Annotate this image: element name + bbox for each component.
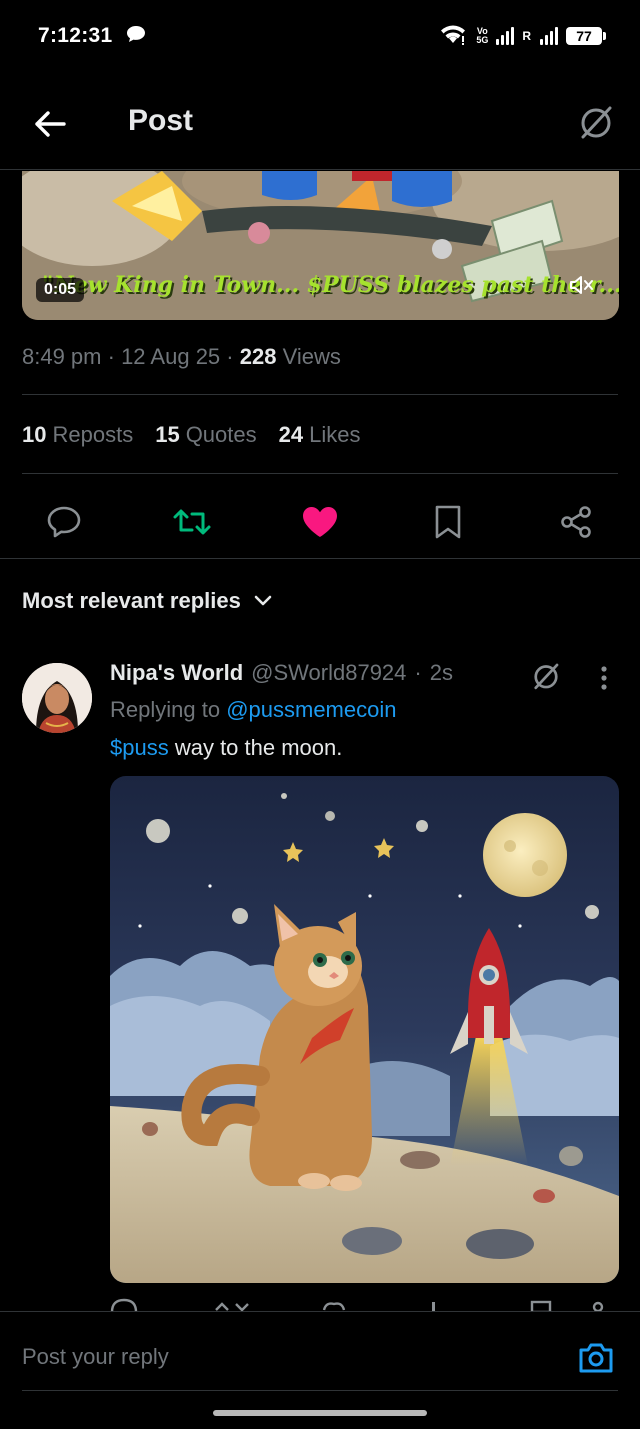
speaker-muted-icon	[570, 276, 593, 294]
reply-compose-bar: Post your reply	[0, 1311, 640, 1429]
back-button[interactable]	[28, 102, 72, 146]
comment-icon	[47, 506, 81, 538]
reply-grok-button[interactable]	[528, 658, 564, 694]
like-button[interactable]	[296, 498, 344, 546]
post-action-bar	[0, 492, 640, 558]
repost-icon	[173, 509, 211, 535]
home-indicator[interactable]	[213, 1410, 427, 1416]
views-count: 228	[239, 344, 277, 369]
video-duration: 0:05	[36, 278, 85, 302]
volte-indicator: Vo 5G	[476, 26, 489, 45]
reposts-stat[interactable]: 10 Reposts	[22, 422, 133, 448]
reply-action-bar-partial	[110, 1298, 619, 1312]
wifi-icon	[438, 23, 468, 50]
reply-image[interactable]	[110, 776, 619, 1283]
views-label: Views	[282, 344, 341, 369]
arrow-left-icon	[35, 111, 66, 137]
more-vertical-icon	[601, 666, 607, 690]
reply-input[interactable]: Post your reply	[22, 1344, 169, 1370]
divider	[0, 558, 640, 559]
reply-header: Nipa's World @SWorld87924 · 2s	[110, 660, 453, 686]
reply-text: $puss way to the moon.	[110, 735, 343, 760]
video-caption: "New King in Town... $PUSS blazes past t…	[42, 272, 619, 298]
reply-sort-dropdown[interactable]: Most relevant replies	[22, 588, 273, 614]
reply-author-name[interactable]: Nipa's World	[110, 660, 243, 686]
grok-icon	[534, 663, 559, 690]
share-icon	[561, 506, 591, 538]
reply-time: 2s	[429, 660, 453, 685]
replying-to-handle[interactable]: @pussmemecoin	[226, 697, 396, 722]
divider	[22, 1390, 618, 1391]
post-time: 8:49 pm	[22, 344, 102, 369]
likes-stat[interactable]: 24 Likes	[279, 422, 361, 448]
reply-button[interactable]	[40, 498, 88, 546]
post-timestamp-views: 8:49 pm · 12 Aug 25 · 228 Views	[22, 344, 341, 369]
roaming-indicator: R	[522, 29, 531, 43]
post-date: 12 Aug 25	[121, 344, 221, 369]
chevron-down-icon	[254, 595, 272, 606]
grok-icon	[581, 106, 612, 139]
camera-icon	[579, 1343, 613, 1373]
page-title: Post	[128, 104, 194, 137]
battery-icon: 77	[566, 27, 606, 45]
chat-bubble-icon	[126, 25, 146, 48]
camera-button[interactable]	[576, 1338, 616, 1378]
heart-filled-icon	[303, 507, 337, 537]
mute-button[interactable]	[567, 270, 597, 300]
status-bar: 7:12:31 Vo 5G R 77	[0, 0, 640, 72]
signal-icon	[496, 27, 515, 45]
bookmark-icon	[435, 505, 461, 539]
divider	[22, 394, 618, 395]
grok-button[interactable]	[574, 100, 618, 144]
replying-to: Replying to @pussmemecoin	[110, 697, 397, 722]
status-time: 7:12:31	[38, 24, 113, 47]
repost-button[interactable]	[168, 498, 216, 546]
sort-label: Most relevant replies	[22, 588, 241, 613]
reply-more-button[interactable]	[590, 660, 618, 696]
bookmark-button[interactable]	[424, 498, 472, 546]
reply-author-handle[interactable]: @SWorld87924	[251, 660, 406, 686]
avatar-image	[22, 663, 92, 733]
divider	[22, 473, 618, 474]
cashtag-link[interactable]: $puss	[110, 735, 169, 760]
avatar[interactable]	[22, 663, 92, 733]
post-video[interactable]: "New King in Town... $PUSS blazes past t…	[22, 171, 619, 320]
top-app-bar: Post	[0, 72, 640, 170]
quotes-stat[interactable]: 15 Quotes	[155, 422, 256, 448]
signal-icon	[540, 27, 558, 45]
cat-rocket-moon-illustration	[110, 776, 619, 1283]
share-button[interactable]	[552, 498, 600, 546]
engagement-stats: 10 Reposts 15 Quotes 24 Likes	[22, 422, 360, 448]
